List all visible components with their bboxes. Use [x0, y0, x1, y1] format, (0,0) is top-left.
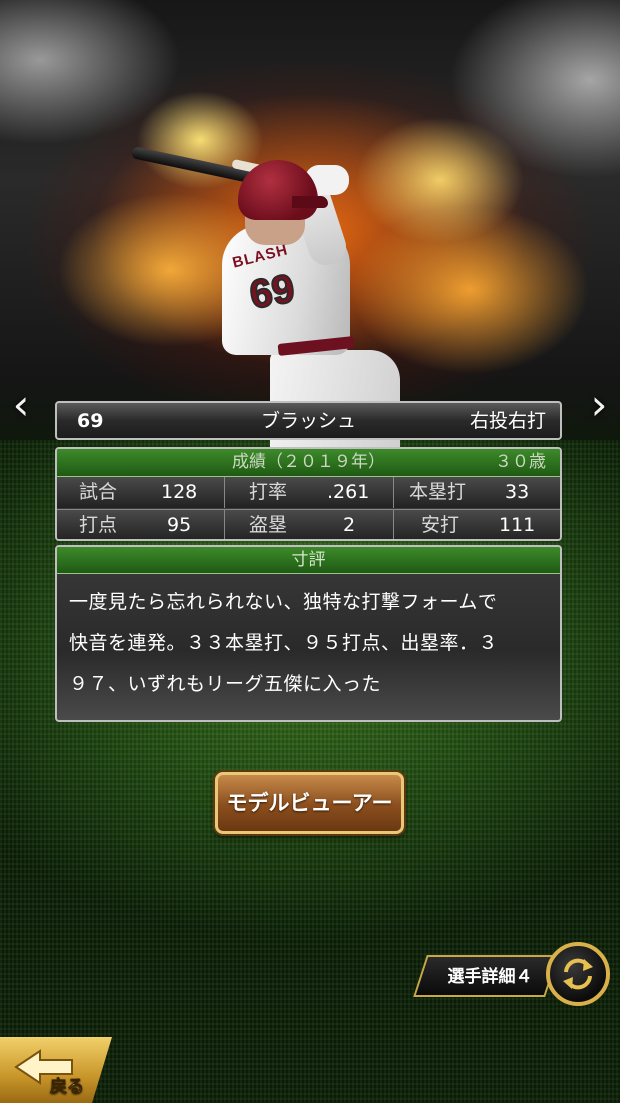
stats-row: 試合 128 打率 .261 本塁打 33: [57, 477, 560, 508]
stat-value-steals: 2: [343, 514, 356, 536]
stat-value-rbi: 95: [167, 514, 192, 536]
stat-label-rbi: 打点: [79, 514, 118, 536]
player-detail-label[interactable]: 選手詳細４: [435, 955, 545, 999]
evaluation-line: 一度見たら忘れられない、独特な打撃フォームで: [69, 591, 498, 613]
stat-label-hits: 安打: [421, 514, 460, 536]
stats-row: 打点 95 盗塁 2 安打 111: [57, 509, 560, 539]
stats-header: 成績（２０１９年） ３０歳: [57, 449, 560, 477]
stat-value-hits: 111: [499, 514, 536, 536]
evaluation-line: ９７、いずれもリーグ五傑に入った: [69, 673, 382, 695]
throw-bat-hand: 右投右打: [469, 410, 546, 432]
stat-label-games: 試合: [79, 481, 118, 503]
stats-title: 成績（２０１９年）: [232, 452, 385, 472]
chevron-right-icon: ›: [590, 380, 608, 429]
evaluation-text: 一度見たら忘れられない、独特な打撃フォームで 快音を連発。３３本塁打、９５打点、…: [57, 574, 560, 705]
stat-value-homeruns: 33: [505, 481, 530, 503]
stat-label-steals: 盗塁: [249, 514, 288, 536]
helmet-bill: [292, 196, 328, 208]
stats-panel: 成績（２０１９年） ３０歳 試合 128 打率 .261 本塁打 33 打点 9…: [55, 447, 562, 541]
evaluation-panel: 寸評 一度見たら忘れられない、独特な打撃フォームで 快音を連発。３３本塁打、９５…: [55, 545, 562, 722]
player-number: 69: [77, 410, 104, 432]
player-age: ３０歳: [495, 452, 546, 472]
jersey-number: 69: [245, 265, 298, 318]
next-player-button[interactable]: ›: [584, 380, 614, 430]
cycle-arrows-icon: [563, 958, 593, 990]
model-viewer-button[interactable]: モデルビューアー: [215, 772, 404, 834]
stat-label-average: 打率: [249, 481, 288, 503]
back-label[interactable]: 戻る: [50, 1072, 85, 1098]
stat-value-average: .261: [327, 481, 370, 503]
stat-label-homeruns: 本塁打: [409, 481, 467, 503]
evaluation-header: 寸評: [57, 547, 560, 574]
player-name-bar: ブラッシュ 69 右投右打: [55, 401, 562, 440]
cycle-detail-button[interactable]: [546, 942, 610, 1006]
prev-player-button[interactable]: ‹: [6, 380, 36, 430]
game-screen: BLASH 69 ‹ › ブラッシュ 69 右投右打 成績（２０１９年） ３０歳…: [0, 0, 620, 1103]
chevron-left-icon: ‹: [12, 380, 30, 429]
evaluation-line: 快音を連発。３３本塁打、９５打点、出塁率．３: [69, 632, 499, 654]
stat-value-games: 128: [161, 481, 198, 503]
